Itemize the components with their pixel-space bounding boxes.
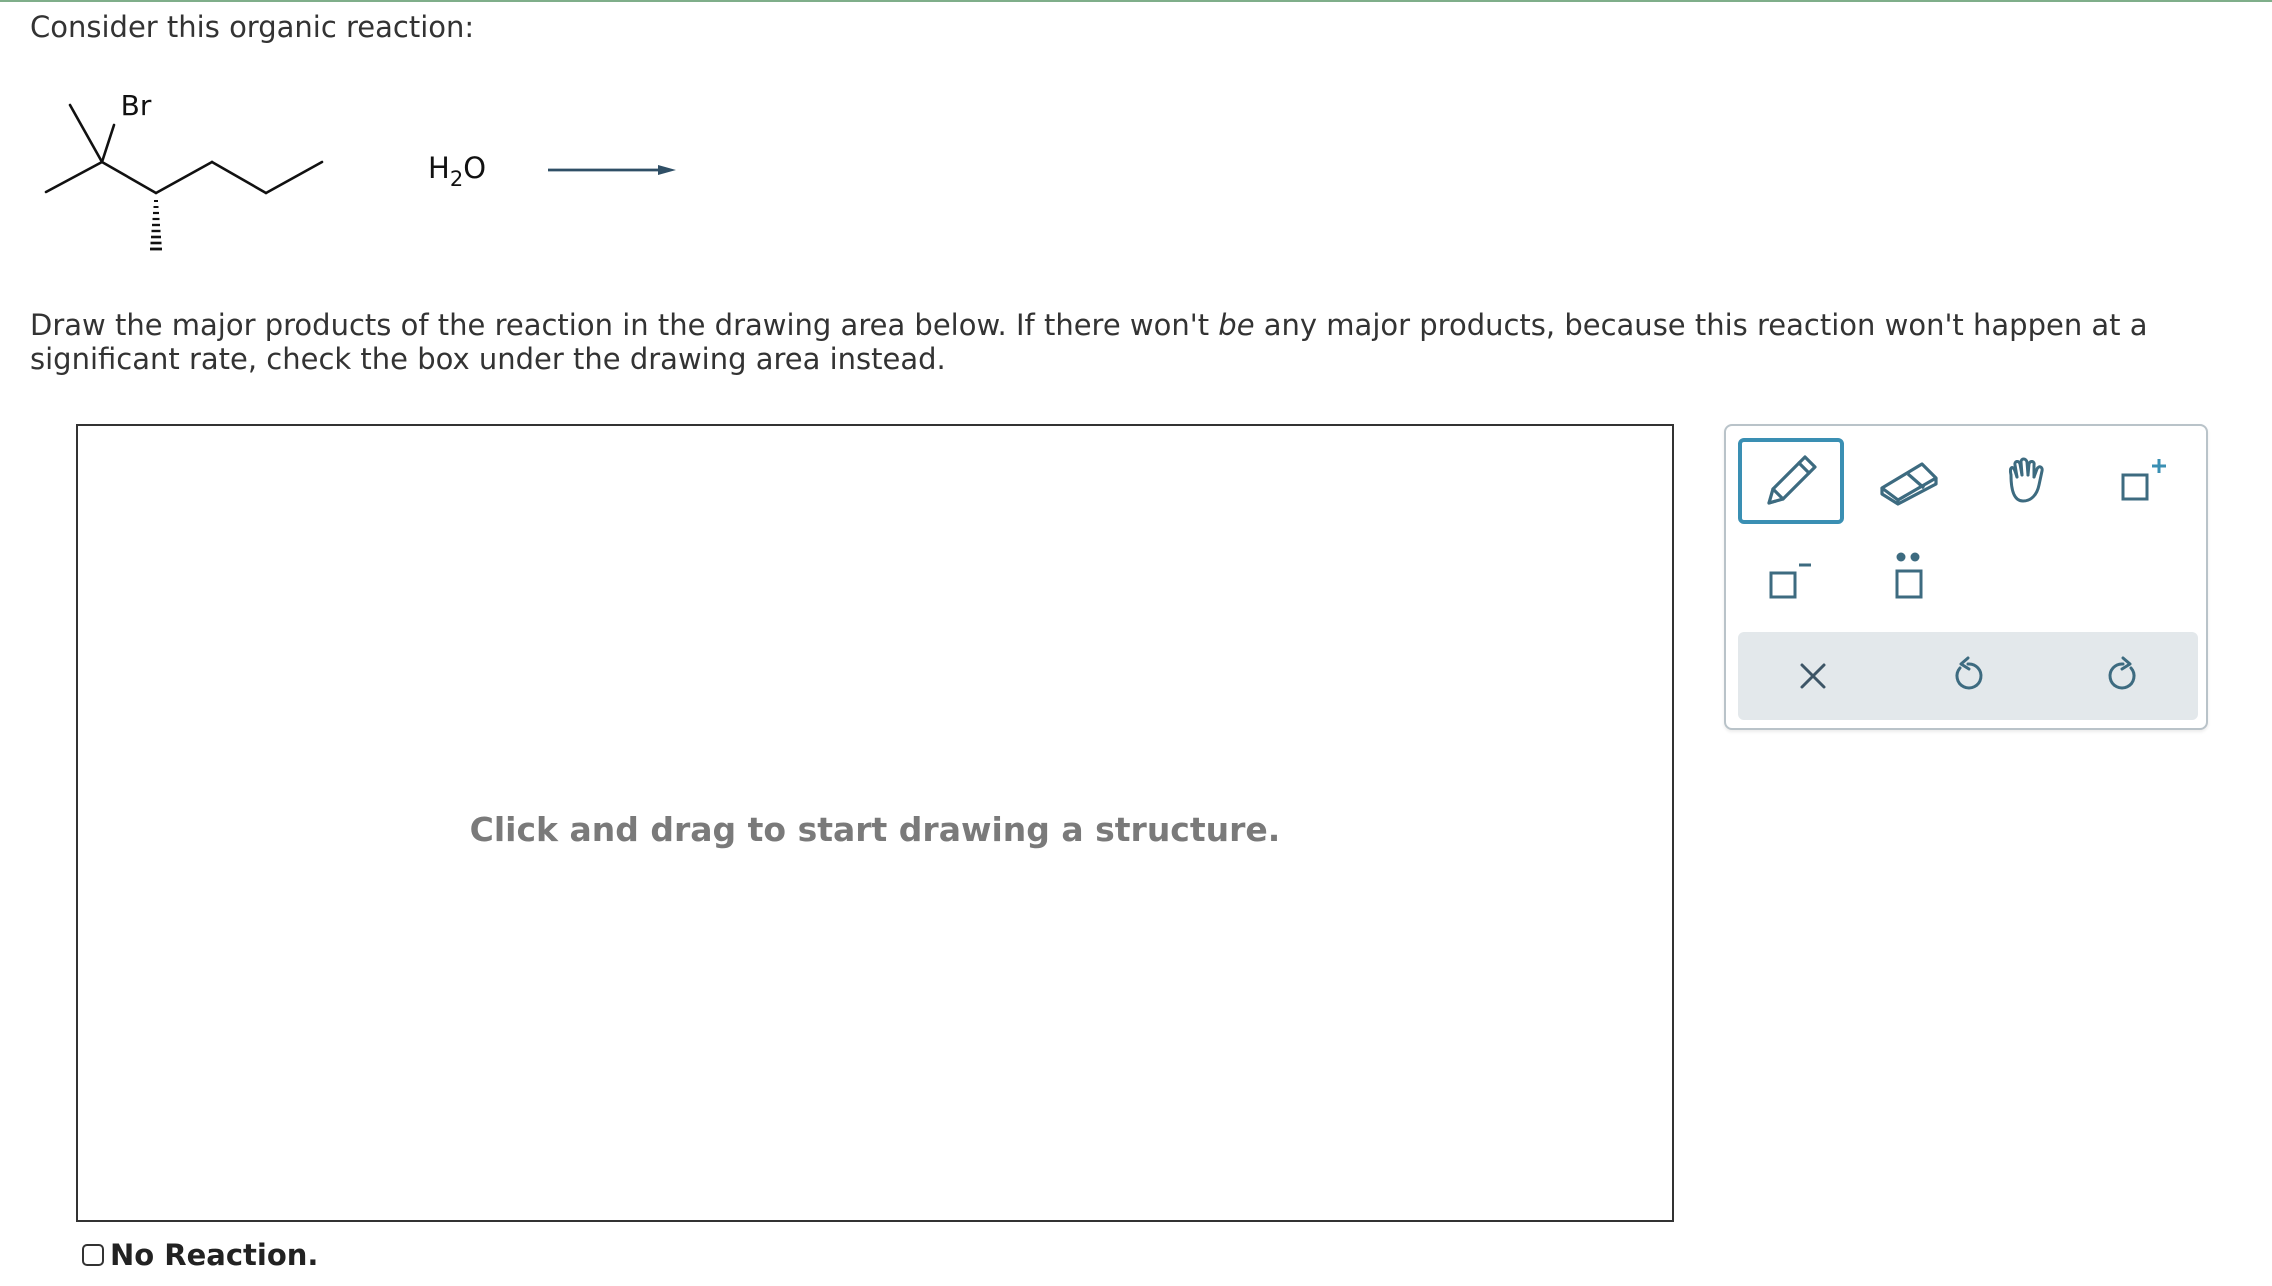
hand-tool-button[interactable] xyxy=(1974,438,2080,524)
no-reaction-checkbox[interactable] xyxy=(82,1244,104,1266)
pencil-tool-button[interactable] xyxy=(1738,438,1844,524)
eraser-icon xyxy=(1880,462,1938,506)
redo-button[interactable] xyxy=(2088,644,2158,708)
add-lone-pair-icon xyxy=(1895,552,1923,599)
add-positive-charge-icon xyxy=(2121,459,2166,501)
redo-icon xyxy=(2108,656,2136,690)
pencil-icon xyxy=(1767,455,1817,505)
hand-icon xyxy=(2009,457,2044,503)
instructions-text: Draw the major products of the reaction … xyxy=(30,308,2148,376)
hashed-wedge-bond xyxy=(150,200,162,251)
clear-button[interactable] xyxy=(1778,644,1848,708)
reagent-label: H2O xyxy=(428,151,486,191)
no-reaction-option[interactable]: No Reaction. xyxy=(82,1238,318,1272)
reaction-arrow xyxy=(548,165,676,175)
add-negative-charge-button[interactable] xyxy=(1738,534,1844,620)
clear-icon xyxy=(1800,663,1826,689)
add-positive-charge-button[interactable] xyxy=(2092,438,2198,524)
add-negative-charge-icon xyxy=(1769,563,1811,599)
drawing-hint: Click and drag to start drawing a struct… xyxy=(469,810,1281,849)
reactant-molecule xyxy=(44,103,324,195)
add-lone-pair-button[interactable] xyxy=(1856,534,1962,620)
no-reaction-label: No Reaction. xyxy=(110,1238,319,1272)
action-bar xyxy=(1738,632,2198,720)
reaction-scheme: Br H2O xyxy=(44,89,676,251)
undo-button[interactable] xyxy=(1933,644,2003,708)
top-divider xyxy=(0,0,2272,2)
drawing-canvas[interactable]: Click and drag to start drawing a struct… xyxy=(76,424,1674,1222)
drawing-toolbar xyxy=(1724,424,2208,730)
eraser-tool-button[interactable] xyxy=(1856,438,1962,524)
bromine-label: Br xyxy=(121,89,152,122)
undo-icon xyxy=(1955,656,1983,690)
question-prompt: Consider this organic reaction: xyxy=(30,10,475,44)
